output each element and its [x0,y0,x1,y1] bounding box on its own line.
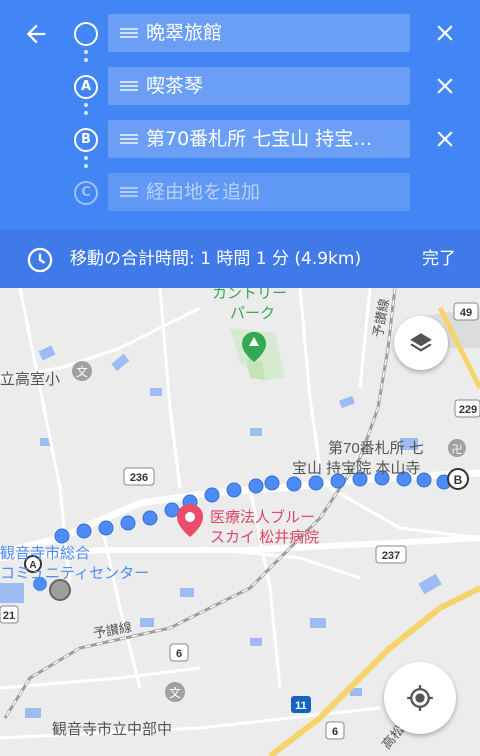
clock-icon [27,247,53,273]
svg-text:卍: 卍 [452,443,463,456]
remove-origin-close-icon[interactable] [432,20,458,46]
road-shield-6a: 6 [176,648,182,660]
waypoint-a-input[interactable]: 喫茶琴 [108,67,410,105]
marker-c-icon: C [74,181,98,205]
road-shield-21: 21 [3,610,15,622]
road-shield-11: 11 [295,700,307,712]
origin-circle-icon [74,22,98,46]
add-waypoint-input[interactable]: 経由地を追加 [108,173,410,211]
road-shield-49: 49 [460,307,472,319]
origin-text: 晩翠旅館 [146,22,223,44]
marker-b-icon: B [74,128,98,152]
route-dots [84,156,88,172]
remove-waypoint-a-close-icon[interactable] [432,73,458,99]
trip-summary-text: 移動の合計時間: 1 時間 1 分 (4.9km) [70,249,362,269]
waypoint-row-a: A 喫茶琴 [0,67,480,107]
waypoint-row-b: B 第70番札所 七宝山 持宝… [0,120,480,160]
map-view[interactable]: B A 236 237 49 229 21 6 6 11 文 文 卍 カントリー… [0,288,480,756]
school-bottom-label: 観音寺市立中部中 [52,721,172,738]
remove-waypoint-b-close-icon[interactable] [432,126,458,152]
park-label-line1: カントリー [212,288,287,302]
done-button[interactable]: 完了 [422,230,456,288]
waypoint-row-c: C 経由地を追加 [0,173,480,213]
origin-input[interactable]: 晩翠旅館 [108,14,410,52]
drag-handle-icon[interactable] [120,78,138,94]
my-location-button[interactable] [384,662,456,734]
hospital-label-line2: スカイ 松井病院 [210,528,319,546]
road-shield-236: 236 [130,472,148,484]
route-dots [84,50,88,66]
svg-text:文: 文 [76,364,88,379]
layers-icon [410,333,432,352]
community-label-line2: コミュニティセンター [0,565,149,582]
community-label-line1: 観音寺市総合 [0,545,90,562]
waypoint-a-text: 喫茶琴 [146,75,204,97]
svg-text:B: B [454,473,463,487]
park-label-line2: パーク [230,305,275,322]
marker-a-icon: A [74,75,98,99]
drag-handle-icon[interactable] [120,131,138,147]
hospital-label-line1: 医療法人ブルー [210,508,315,526]
road-shield-229: 229 [459,404,477,416]
waypoint-row-origin: 晩翠旅館 [0,14,480,54]
road-shield-6b: 6 [332,726,338,738]
directions-header: 晩翠旅館 A 喫茶琴 B 第70番札所 七宝山 持宝… C 経由地を追加 移動の… [0,0,480,288]
waypoint-b-input[interactable]: 第70番札所 七宝山 持宝… [108,120,410,158]
school-left-label: 立高室小 [0,371,60,388]
temple-label-line2: 宝山 持宝院 本山寺 [292,459,420,477]
drag-handle-icon[interactable] [120,25,138,41]
svg-text:文: 文 [169,685,181,700]
add-waypoint-placeholder: 経由地を追加 [146,181,261,203]
layers-button[interactable] [394,316,448,370]
temple-label-line1: 第70番札所 七 [328,439,424,457]
road-shield-237: 237 [382,550,400,562]
waypoint-b-text: 第70番札所 七宝山 持宝… [146,128,373,150]
my-location-icon [407,685,433,711]
trip-summary-bar: 移動の合計時間: 1 時間 1 分 (4.9km) 完了 [0,230,480,288]
route-dots [84,103,88,119]
drag-handle-icon [120,187,138,197]
